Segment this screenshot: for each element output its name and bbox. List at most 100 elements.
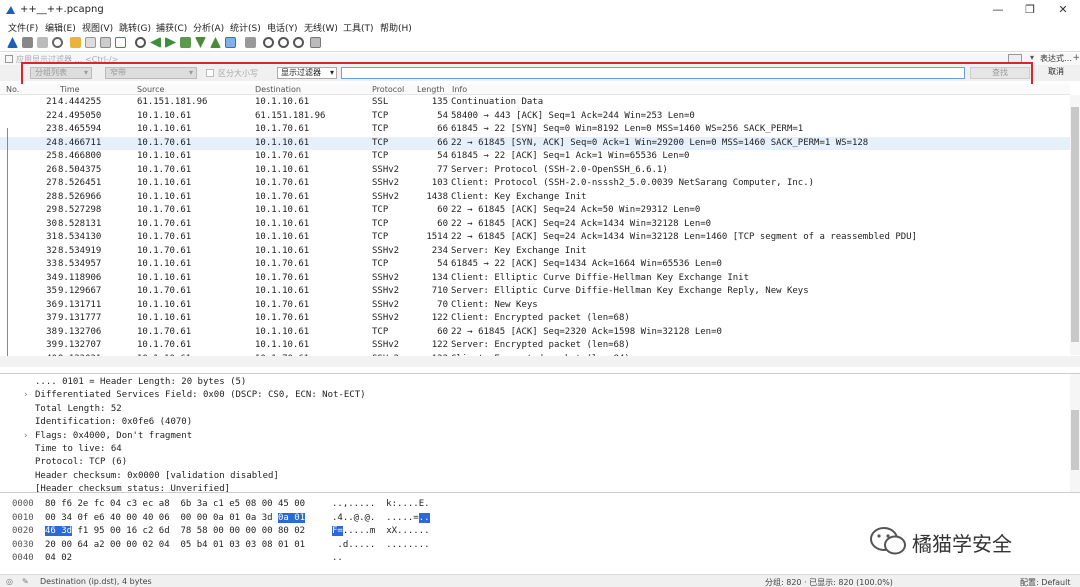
resize-columns-icon[interactable] [310,37,321,48]
byte-ascii[interactable]: .. [332,553,343,563]
menu-telephony[interactable]: 电话(Y) [267,21,298,34]
packet-row[interactable]: 27 8.526451 10.1.10.61 10.1.70.61 SSHv2 103 Cl… [0,177,1070,191]
byte-hex-part: 00 34 0f e6 40 00 40 06 00 00 0a 01 0a 3… [45,512,278,523]
filter-dropdown-icon[interactable]: ▾ [1030,53,1034,62]
detail-line[interactable]: Header checksum: 0x0000 [validation disa… [0,471,1060,484]
packet-row[interactable]: 38 9.132706 10.1.70.61 10.1.10.61 TCP 60 22 → … [0,326,1070,340]
find-packet-icon[interactable] [135,37,146,48]
detail-line[interactable]: Protocol: TCP (6) [0,457,1060,470]
expression-button[interactable]: 表达式… [1040,53,1072,64]
menu-wireless[interactable]: 无线(W) [304,21,338,34]
byte-row[interactable]: 0020 46 3d f1 95 00 16 c2 6d 78 58 00 00 … [0,526,760,539]
packet-row[interactable]: 30 8.528131 10.1.70.61 10.1.10.61 TCP 60 22 → … [0,218,1070,232]
colorize-icon[interactable] [245,37,256,48]
packet-row[interactable]: 33 8.534957 10.1.10.61 10.1.70.61 TCP 54 61845… [0,258,1070,272]
byte-row[interactable]: 0010 00 34 0f e6 40 00 40 06 00 00 0a 01 … [0,512,760,526]
status-ready-icon[interactable]: ◎ [6,577,13,586]
add-filter-button[interactable]: + [1072,53,1080,63]
packet-row[interactable]: 28 8.526966 10.1.10.61 10.1.70.61 SSHv2 1438 C… [0,191,1070,205]
column-header-no[interactable]: No. [6,85,19,94]
status-edit-icon[interactable]: ✎ [22,577,29,586]
detail-line[interactable]: Time to live: 64 [0,444,1060,457]
packet-row[interactable]: 21 4.444255 61.151.181.96 10.1.10.61 SSL 135 C… [0,96,1070,110]
expand-chevron-icon[interactable]: › [23,431,28,441]
column-header-destination[interactable]: Destination [255,85,301,94]
packet-row[interactable]: 23 8.465594 10.1.10.61 10.1.70.61 TCP 66 61845… [0,123,1070,137]
zoom-in-icon[interactable] [263,37,274,48]
save-file-icon[interactable] [85,37,96,48]
go-back-icon[interactable] [150,37,161,48]
detail-line[interactable]: Total Length: 52 [0,404,1060,417]
packet-list-scroll-thumb[interactable] [1071,107,1079,342]
packet-row[interactable]: 26 8.504375 10.1.70.61 10.1.10.61 SSHv2 77 Ser… [0,164,1070,178]
cancel-button[interactable]: 取消 [1034,67,1078,79]
byte-row[interactable]: 0000 80 f6 2e fc 04 c3 ec a8 6b 3a c1 e5 … [0,499,760,512]
reload-icon[interactable] [115,37,126,48]
column-header-time[interactable]: Time [60,85,80,94]
menu-analyze[interactable]: 分析(A) [193,21,224,34]
packet-row[interactable]: 22 4.495050 10.1.10.61 61.151.181.96 TCP 54 58… [0,110,1070,124]
details-scroll-thumb[interactable] [1071,410,1079,470]
first-packet-icon[interactable] [195,37,206,48]
packet-length: 66 [437,137,448,148]
packet-row[interactable]: 32 8.534919 10.1.70.61 10.1.10.61 SSHv2 234 Se… [0,245,1070,259]
menu-help[interactable]: 帮助(H) [380,21,412,34]
byte-hex[interactable]: 80 f6 2e fc 04 c3 ec a8 6b 3a c1 e5 08 0… [45,499,305,509]
byte-hex[interactable]: 20 00 64 a2 00 00 02 04 05 b4 01 03 03 0… [45,540,305,550]
maximize-button[interactable]: ❐ [1015,2,1045,18]
detail-line[interactable]: Identification: 0x0fe6 (4070) [0,417,1060,430]
packet-row[interactable]: 34 9.118906 10.1.10.61 10.1.70.61 SSHv2 134 Cl… [0,272,1070,286]
packet-row[interactable]: 37 9.131777 10.1.10.61 10.1.70.61 SSHv2 122 Cl… [0,312,1070,326]
stop-capture-icon[interactable] [22,37,33,48]
capture-options-icon[interactable] [52,37,63,48]
go-to-packet-icon[interactable] [180,37,191,48]
menu-view[interactable]: 视图(V) [82,21,113,34]
packet-row[interactable]: 35 9.129667 10.1.70.61 10.1.10.61 SSHv2 710 Se… [0,285,1070,299]
packet-row[interactable]: 24 8.466711 10.1.70.61 10.1.10.61 TCP 66 22 → … [0,136,1070,150]
zoom-out-icon[interactable] [278,37,289,48]
minimize-button[interactable]: — [983,2,1013,18]
status-profile[interactable]: 配置: Default [1020,577,1070,587]
packet-row[interactable]: 29 8.527298 10.1.70.61 10.1.10.61 TCP 60 22 → … [0,204,1070,218]
packet-row[interactable]: 36 9.131711 10.1.10.61 10.1.70.61 SSHv2 70 Cli… [0,299,1070,313]
expand-chevron-icon[interactable]: › [23,390,28,400]
start-capture-icon[interactable] [7,37,18,48]
zoom-normal-icon[interactable] [293,37,304,48]
menu-tools[interactable]: 工具(T) [343,21,374,34]
close-button[interactable]: ✕ [1048,2,1078,18]
byte-ascii[interactable]: .4..@.@. .....=.. [332,512,430,523]
detail-line[interactable]: .... 0101 = Header Length: 20 bytes (5) [0,377,1060,390]
byte-hex[interactable]: 46 3d f1 95 00 16 c2 6d 78 58 00 00 00 0… [45,526,305,536]
detail-line[interactable]: › Flags: 0x4000, Don't fragment [0,431,1060,444]
restart-capture-icon[interactable] [37,37,48,48]
packet-row[interactable]: 39 9.132707 10.1.70.61 10.1.10.61 SSHv2 122 Se… [0,339,1070,353]
packet-list-hscrollbar[interactable] [0,356,1080,367]
menu-edit[interactable]: 编辑(E) [45,21,76,34]
detail-line[interactable]: › Differentiated Services Field: 0x00 (DS… [0,390,1060,403]
byte-ascii[interactable]: F=.....m xX...... [332,526,430,536]
byte-row[interactable]: 0030 20 00 64 a2 00 00 02 04 05 b4 01 03 … [0,540,760,553]
packet-row[interactable]: 25 8.466800 10.1.10.61 10.1.70.61 TCP 54 61845… [0,150,1070,164]
column-header-source[interactable]: Source [137,85,164,94]
menu-statistics[interactable]: 统计(S) [230,21,261,34]
menu-go[interactable]: 跳转(G) [119,21,151,34]
menu-capture[interactable]: 捕获(C) [156,21,187,34]
byte-ascii[interactable]: .d..... ........ [332,540,429,550]
close-file-icon[interactable] [100,37,111,48]
autoscroll-icon[interactable] [225,37,236,48]
column-header-info[interactable]: Info [452,85,467,94]
open-file-icon[interactable] [70,37,81,48]
column-header-protocol[interactable]: Protocol [372,85,404,94]
last-packet-icon[interactable] [210,37,221,48]
byte-ascii[interactable]: ..,..... k:....E. [332,499,430,509]
byte-row[interactable]: 0040 04 02.. [0,553,760,566]
detail-line[interactable]: [Header checksum status: Unverified] [0,484,1060,492]
bookmark-icon[interactable] [5,55,13,63]
packet-row[interactable]: 31 8.534130 10.1.70.61 10.1.10.61 TCP 1514 22 … [0,231,1070,245]
packet-no: 21 [46,97,57,107]
byte-hex[interactable]: 04 02 [45,553,72,563]
byte-hex[interactable]: 00 34 0f e6 40 00 40 06 00 00 0a 01 0a 3… [45,512,306,523]
column-header-length[interactable]: Length [417,85,445,94]
menu-file[interactable]: 文件(F) [8,21,38,34]
go-forward-icon[interactable] [165,37,176,48]
